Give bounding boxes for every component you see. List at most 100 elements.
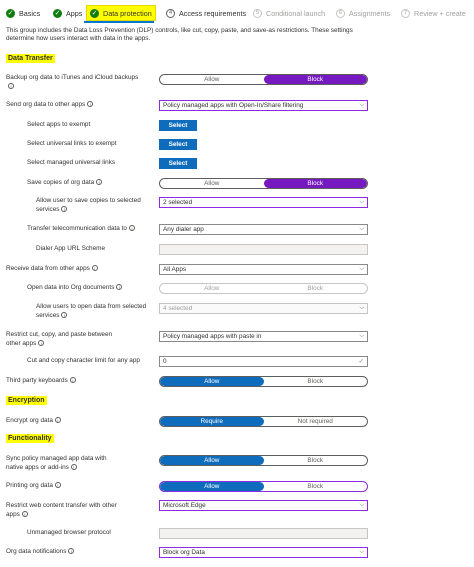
notifications-label: Org data notifications i [6,548,75,557]
save-copies-toggle[interactable]: Allow Block [159,178,368,189]
check-circle-icon: ✓ [90,8,99,18]
chevron-down-icon: ⌵ [359,549,364,555]
step-number-icon: 4 [166,8,175,18]
select-managed-links-button[interactable]: Select [159,158,197,169]
backup-toggle[interactable]: Allow Block [159,74,368,85]
step-data-protection[interactable]: ✓ Data protection [86,5,156,21]
select-universal-links-button[interactable]: Select [159,139,197,150]
send-org-data-select[interactable]: Policy managed apps with Open-In/Share f… [159,100,368,111]
info-icon[interactable]: i [8,82,14,89]
block-option[interactable]: Block [263,75,367,84]
save-copies-label: Save copies of org data i [27,179,103,188]
step-label: Access requirements [179,8,247,18]
step-label: Review + create [414,8,466,18]
allow-option[interactable]: Allow [160,179,264,188]
open-into-org-label: Open data into Org documents i [27,284,123,293]
unmanaged-protocol-label: Unmanaged browser protocol [27,529,111,536]
save-services-label: Allow user to save copies to selected se… [36,197,141,213]
receive-data-select[interactable]: All Apps ⌵ [159,264,368,275]
universal-links-label: Select universal links to exempt [27,140,117,147]
step-basics[interactable]: ✓ Basics [6,6,40,20]
save-services-select[interactable]: 2 selected ⌵ [159,197,368,208]
info-icon[interactable]: i [128,225,135,232]
section-data-transfer: Data Transfer [6,54,55,63]
allow-option[interactable]: Allow [160,75,264,84]
allow-option[interactable]: Allow [160,456,264,465]
telecom-label: Transfer telecommunication data to i [27,225,135,234]
chevron-down-icon: ⌵ [359,305,364,311]
info-icon[interactable]: i [68,548,75,555]
sync-toggle[interactable]: Allow Block [159,455,368,466]
unmanaged-protocol-input[interactable] [159,528,368,539]
third-party-kb-label: Third party keyboards i [6,377,76,386]
info-icon[interactable]: i [54,417,61,424]
step-apps[interactable]: ✓ Apps [53,6,82,20]
allow-option[interactable]: Allow [160,377,264,386]
step-review-create[interactable]: 7 Review + create [401,6,466,20]
allow-option[interactable]: Allow [160,482,264,491]
page-description: This group includes the Data Loss Preven… [6,27,353,43]
not-required-option[interactable]: Not required [264,417,368,426]
open-from-services-select[interactable]: 4 selected ⌵ [159,303,368,314]
block-option[interactable]: Block [264,456,368,465]
step-number-icon: 5 [253,8,262,18]
section-functionality: Functionality [6,434,54,443]
check-circle-icon: ✓ [53,8,62,18]
chevron-down-icon: ⌵ [359,102,364,108]
open-from-services-label: Allow users to open data from selected s… [36,303,147,319]
apps-exempt-label: Select apps to exempt [27,121,91,128]
chevron-down-icon: ⌵ [359,199,364,205]
info-icon[interactable]: i [87,101,94,108]
allow-option[interactable]: Allow [160,284,264,293]
step-assignments[interactable]: 6 Assignments [336,6,390,20]
step-label: Basics [19,8,41,18]
dialer-scheme-label: Dialer App URL Scheme [36,245,106,252]
block-option[interactable]: Block [263,179,367,188]
restrict-cut-label: Restrict cut, copy, and paste between ot… [6,331,113,347]
block-option[interactable]: Block [264,482,368,491]
web-content-label: Restrict web content transfer with other… [6,502,117,518]
block-option[interactable]: Block [264,377,368,386]
printing-toggle[interactable]: Allow Block [159,481,368,492]
open-into-org-toggle[interactable]: Allow Block [159,283,368,294]
info-icon[interactable]: i [61,205,68,212]
dialer-scheme-input[interactable] [159,244,368,255]
block-option[interactable]: Block [264,284,368,293]
select-apps-button[interactable]: Select [159,120,197,131]
info-icon[interactable]: i [70,463,77,470]
restrict-cut-select[interactable]: Policy managed apps with paste in ⌵ [159,331,368,342]
step-number-icon: 6 [336,8,345,18]
send-org-data-label: Send org data to other apps i [6,101,94,110]
web-content-select[interactable]: Microsoft Edge ⌵ [159,500,368,511]
info-icon[interactable]: i [116,284,123,291]
step-access-requirements[interactable]: 4 Access requirements [166,6,246,20]
step-label: Assignments [349,8,391,18]
check-icon: ✓ [358,358,364,365]
info-icon[interactable]: i [61,311,68,318]
char-limit-input[interactable]: 0 ✓ [159,356,368,367]
active-tab-underline [84,21,154,23]
encrypt-label: Encrypt org data i [6,417,61,426]
info-icon[interactable]: i [21,510,28,517]
section-encryption: Encryption [6,396,47,405]
step-label: Conditional launch [266,8,326,18]
third-party-kb-toggle[interactable]: Allow Block [159,376,368,387]
info-icon[interactable]: i [69,377,76,384]
info-icon[interactable]: i [91,265,98,272]
printing-label: Printing org data i [6,482,61,491]
chevron-down-icon: ⌵ [359,266,364,272]
step-label: Data protection [103,8,152,18]
info-icon[interactable]: i [38,339,45,346]
info-icon[interactable]: i [54,482,61,489]
managed-links-label: Select managed universal links [27,159,116,166]
telecom-select[interactable]: Any dialer app ⌵ [159,224,368,235]
step-label: Apps [66,8,83,18]
step-conditional-launch[interactable]: 5 Conditional launch [253,6,325,20]
encrypt-toggle[interactable]: Require Not required [159,416,368,427]
info-icon[interactable]: i [96,179,103,186]
chevron-down-icon: ⌵ [359,226,364,232]
require-option[interactable]: Require [160,417,264,426]
receive-data-label: Receive data from other apps i [6,265,98,274]
notifications-select[interactable]: Block org Data ⌵ [159,547,368,558]
chevron-down-icon: ⌵ [359,333,364,339]
